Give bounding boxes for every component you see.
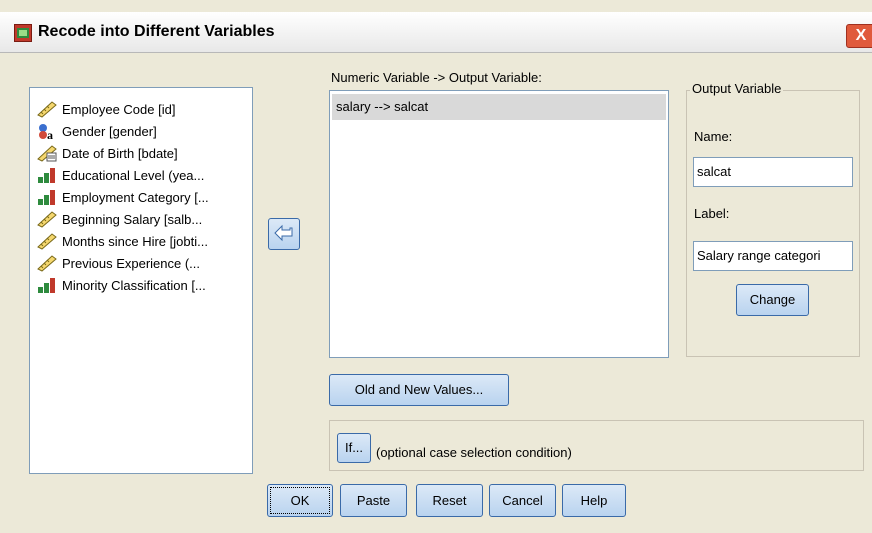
list-item[interactable]: Previous Experience (... — [36, 252, 200, 274]
ordinal-bar-icon — [38, 278, 55, 293]
title-bar[interactable]: Recode into Different Variables X — [0, 12, 872, 53]
spss-dialog-icon — [14, 24, 32, 42]
label-label: Label: — [694, 206, 730, 221]
list-item[interactable]: Employment Category [... — [36, 186, 209, 208]
list-item-label: Months since Hire [jobti... — [62, 233, 208, 249]
list-item[interactable]: Educational Level (yea... — [36, 164, 204, 186]
help-button[interactable]: Help — [562, 484, 626, 517]
output-variable-legend: Output Variable — [690, 81, 784, 96]
source-variable-list[interactable]: Employee Code [id] a Gender [gender] Dat… — [29, 87, 253, 474]
list-item-label: Educational Level (yea... — [62, 167, 205, 183]
svg-text:a: a — [47, 128, 53, 140]
ordinal-bar-icon — [38, 190, 55, 205]
list-item-label: Gender [gender] — [62, 123, 157, 139]
ordinal-bar-icon — [38, 168, 55, 183]
close-button[interactable]: X — [846, 24, 872, 48]
list-item-label: Beginning Salary [salb... — [62, 211, 203, 227]
scale-ruler-icon — [37, 211, 57, 228]
if-button[interactable]: If... — [337, 433, 371, 463]
list-item-label: Minority Classification [... — [62, 277, 206, 293]
paste-button[interactable]: Paste — [340, 484, 407, 517]
scale-ruler-icon — [37, 233, 57, 250]
cancel-button[interactable]: Cancel — [489, 484, 556, 517]
list-item-label: Date of Birth [bdate] — [62, 145, 178, 161]
list-item[interactable]: Minority Classification [... — [36, 274, 206, 296]
old-and-new-values-button[interactable]: Old and New Values... — [329, 374, 509, 406]
scale-ruler-icon — [37, 255, 57, 272]
list-item[interactable]: Beginning Salary [salb... — [36, 208, 202, 230]
mapping-header: Numeric Variable -> Output Variable: — [331, 70, 542, 85]
list-item-label: Employment Category [... — [62, 189, 209, 205]
move-variable-button[interactable] — [268, 218, 300, 250]
arrow-left-icon — [274, 224, 293, 242]
name-label: Name: — [694, 129, 733, 144]
list-item[interactable]: salary --> salcat — [332, 94, 666, 120]
name-field[interactable]: salcat — [693, 157, 853, 187]
reset-button[interactable]: Reset — [416, 484, 483, 517]
change-button[interactable]: Change — [736, 284, 809, 316]
if-caption: (optional case selection condition) — [376, 445, 572, 460]
ok-button[interactable]: OK — [267, 484, 333, 517]
list-item[interactable]: Date of Birth [bdate] — [36, 142, 178, 164]
nominal-string-icon: a — [39, 124, 53, 140]
variable-mapping-list[interactable]: salary --> salcat — [329, 90, 669, 358]
recode-dialog: Recode into Different Variables X Employ… — [0, 0, 872, 533]
list-item[interactable]: Months since Hire [jobti... — [36, 230, 208, 252]
label-field[interactable]: Salary range categori — [693, 241, 853, 271]
list-item[interactable]: a Gender [gender] — [36, 120, 157, 142]
list-item-label: Employee Code [id] — [62, 101, 176, 117]
date-ruler-icon — [37, 145, 57, 162]
list-item[interactable]: Employee Code [id] — [36, 98, 175, 120]
mapping-row-label: salary --> salcat — [336, 99, 429, 114]
list-item-label: Previous Experience (... — [62, 255, 201, 271]
window-title: Recode into Different Variables — [38, 23, 275, 40]
scale-ruler-icon — [37, 101, 57, 118]
